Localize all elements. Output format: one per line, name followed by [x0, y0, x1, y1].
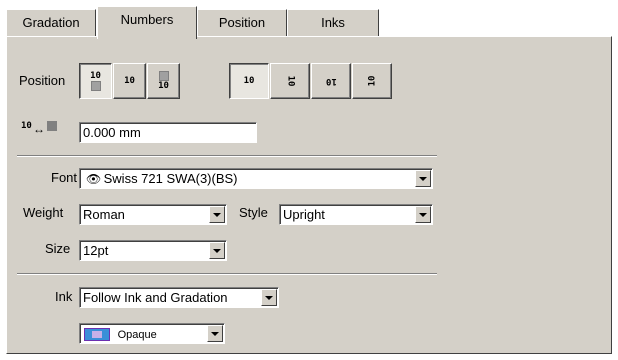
ink-value: Follow Ink and Gradation	[83, 290, 228, 305]
style-label: Style	[239, 205, 268, 220]
tab-label: Inks	[321, 15, 345, 30]
rotation-90-button[interactable]: 10	[270, 63, 310, 99]
box-icon	[90, 81, 101, 91]
dropdown-arrow-icon[interactable]	[209, 206, 225, 223]
position-label: Position	[19, 73, 66, 88]
dropdown-arrow-icon[interactable]	[415, 206, 431, 223]
number-glyph: 10	[243, 76, 255, 86]
offset-icon: 10 ↔	[21, 121, 79, 137]
offset-icon-number: 10	[21, 121, 32, 131]
font-select[interactable]: 👁 Swiss 721 SWA(3)(BS)	[79, 168, 433, 189]
weight-label: Weight	[23, 205, 64, 220]
double-arrow-icon: ↔	[33, 122, 45, 136]
position-number-inline-button[interactable]: 10	[113, 63, 146, 99]
number-glyph: 10	[285, 75, 295, 87]
number-glyph: 10	[158, 81, 169, 91]
dropdown-arrow-icon[interactable]	[261, 289, 277, 306]
position-number-above-button[interactable]: 10	[79, 63, 112, 99]
numbers-panel: Position 10 10 10 10 10 10 10 10 ↔ 0.000…	[6, 36, 612, 354]
position-number-below-button[interactable]: 10	[147, 63, 180, 99]
dropdown-arrow-icon[interactable]	[207, 325, 223, 342]
dropdown-arrow-icon[interactable]	[209, 242, 225, 259]
ink-select[interactable]: Follow Ink and Gradation	[79, 287, 279, 308]
tab-numbers[interactable]: Numbers	[97, 6, 197, 39]
opacity-select[interactable]: Opaque	[79, 323, 225, 344]
tab-label: Gradation	[22, 15, 80, 30]
number-glyph: 10	[325, 76, 337, 86]
style-value: Upright	[283, 207, 325, 222]
offset-input[interactable]: 0.000 mm	[79, 122, 257, 143]
weight-select[interactable]: Roman	[79, 204, 227, 225]
rotation-270-button[interactable]: 10	[352, 63, 392, 99]
position-group-2: 10 10 10 10	[229, 63, 397, 99]
number-glyph: 10	[90, 71, 101, 81]
tab-gradation[interactable]: Gradation	[6, 9, 96, 37]
box-icon	[158, 71, 169, 81]
size-label: Size	[45, 241, 71, 256]
rotation-0-button[interactable]: 10	[229, 63, 269, 99]
tab-label: Position	[218, 15, 266, 30]
font-value: Swiss 721 SWA(3)(BS)	[103, 171, 238, 186]
number-glyph: 10	[124, 76, 135, 86]
tab-inks[interactable]: Inks	[287, 9, 379, 37]
size-value: 12pt	[83, 243, 109, 258]
size-select[interactable]: 12pt	[79, 240, 227, 261]
number-glyph: 10	[367, 75, 377, 87]
separator	[17, 155, 437, 157]
font-label: Font	[51, 170, 78, 185]
opaque-icon	[84, 328, 110, 342]
separator	[17, 273, 437, 275]
box-icon	[47, 121, 57, 131]
tab-position[interactable]: Position	[197, 9, 287, 37]
style-select[interactable]: Upright	[279, 204, 433, 225]
ink-label: Ink	[55, 289, 73, 304]
opacity-value: Opaque	[117, 329, 157, 341]
eye-icon: 👁	[86, 172, 102, 186]
dropdown-arrow-icon[interactable]	[415, 170, 431, 187]
rotation-180-button[interactable]: 10	[311, 63, 351, 99]
weight-value: Roman	[83, 207, 125, 222]
position-group-1: 10 10 10	[79, 63, 181, 99]
tab-label: Numbers	[120, 12, 174, 27]
